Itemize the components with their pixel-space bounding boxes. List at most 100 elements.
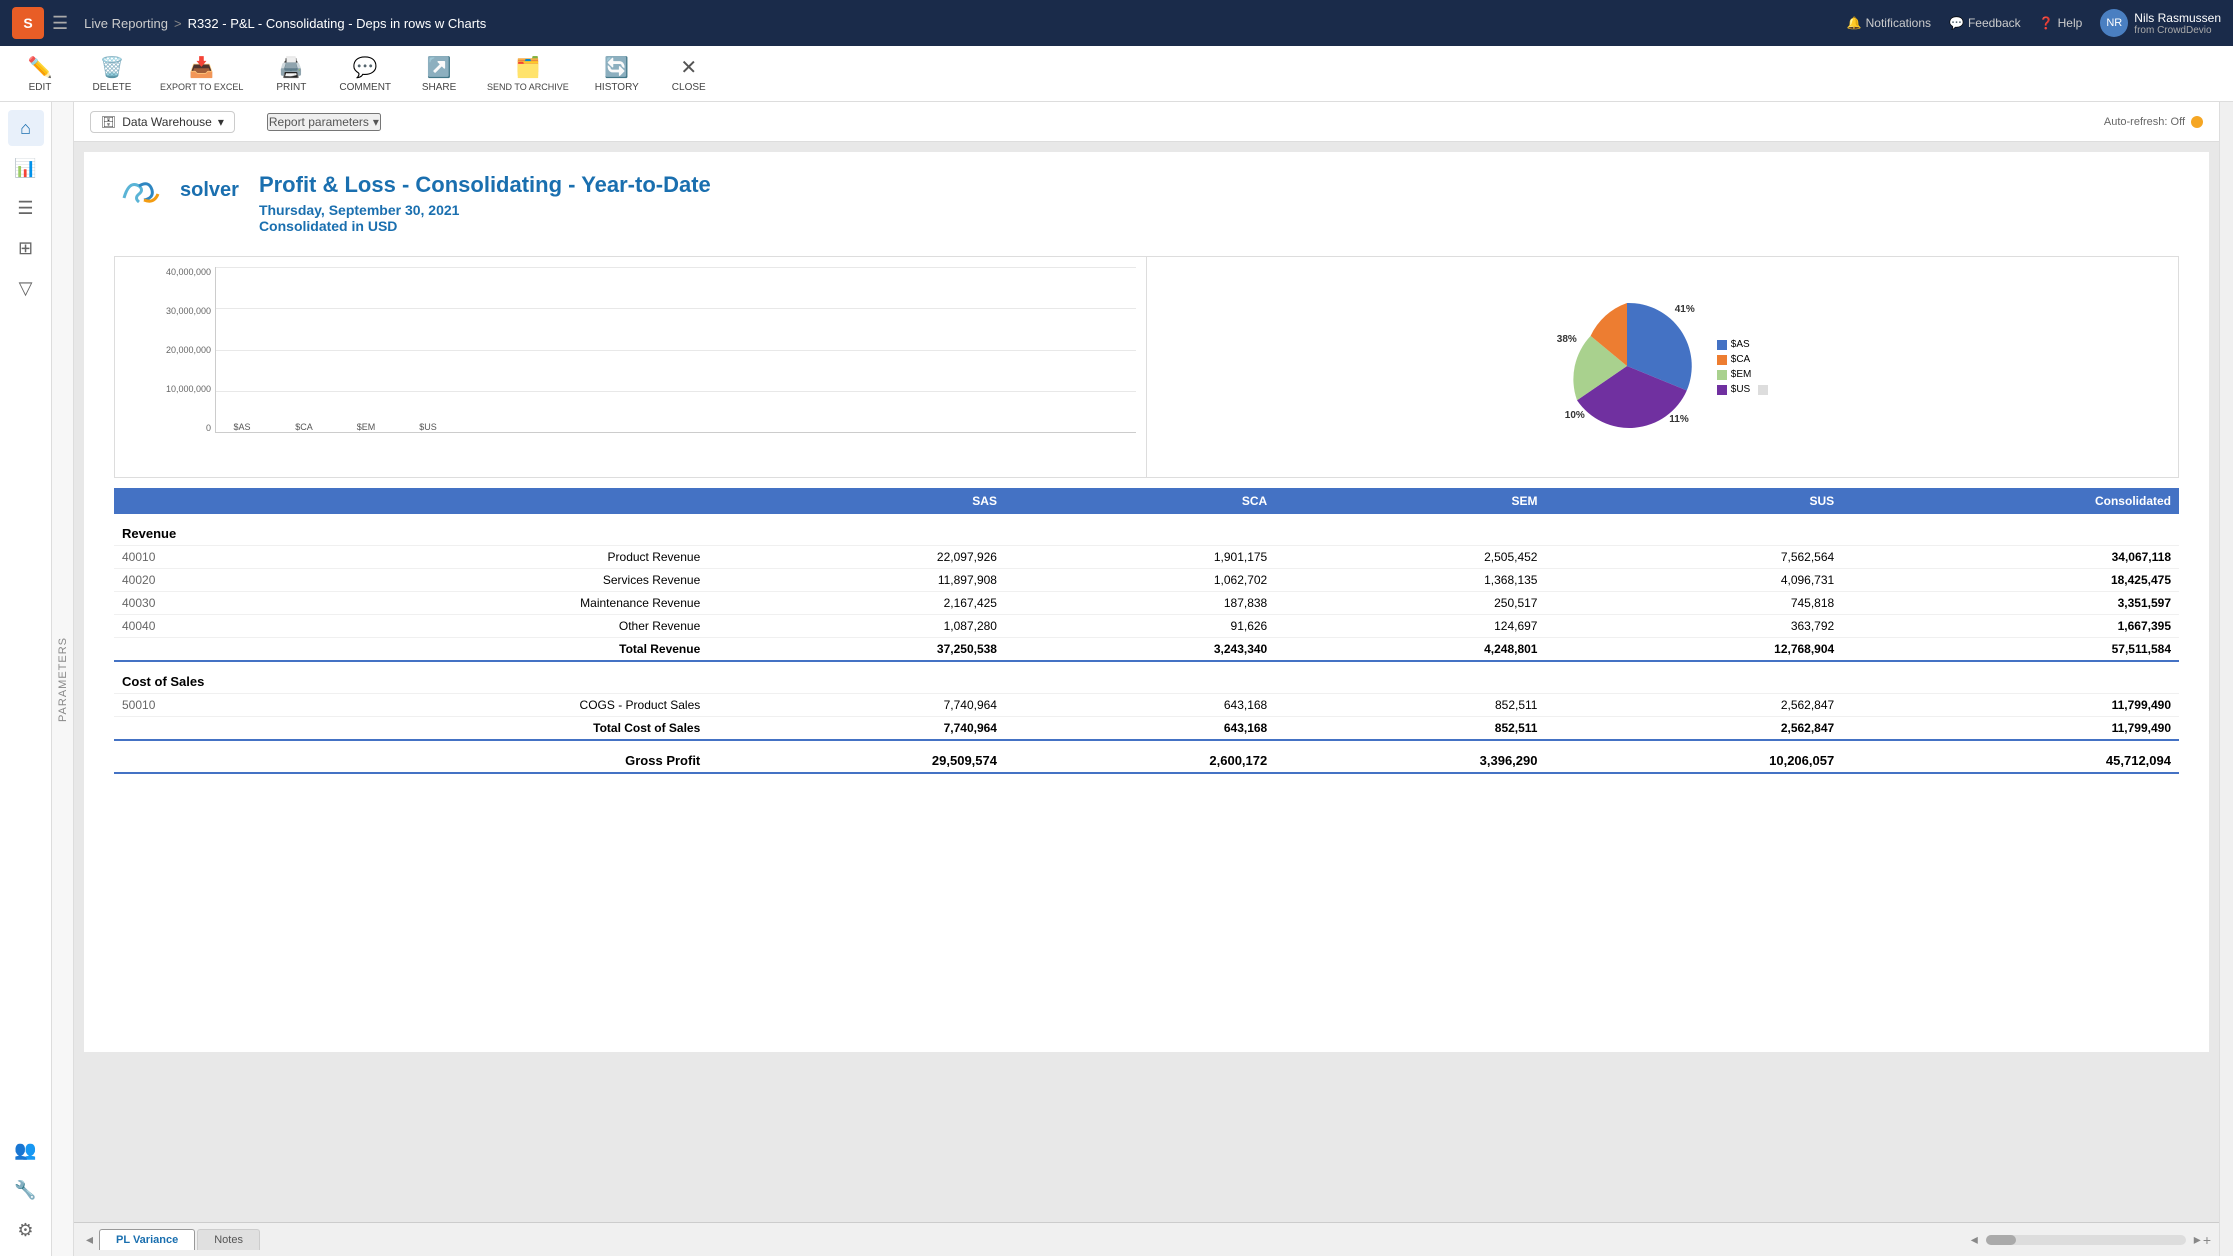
content-area: 🗄 Data Warehouse ▾ Report parameters ▾ A…	[74, 102, 2219, 1256]
tab-bar-scrollbar-area: ◂ ▸	[1971, 1231, 2201, 1248]
data-warehouse-button[interactable]: 🗄 Data Warehouse ▾	[90, 111, 235, 133]
pie-legend: $AS $CA $EM	[1717, 339, 1768, 395]
total-row-revenue: Total Revenue 37,250,538 3,243,340 4,248…	[114, 638, 2179, 662]
sidebar-item-settings[interactable]: ⚙	[8, 1212, 44, 1248]
table-row: 40010 Product Revenue 22,097,926 1,901,1…	[114, 546, 2179, 569]
table-body: Revenue 40010 Product Revenue 22,097,926…	[114, 514, 2179, 773]
tab-notes[interactable]: Notes	[197, 1229, 260, 1250]
gp-label: Gross Profit	[164, 740, 708, 773]
cons-40010: 34,067,118	[1842, 546, 2179, 569]
total-cos-label: Total Cost of Sales	[164, 717, 708, 741]
legend-sus: $US	[1717, 384, 1768, 395]
hamburger-menu[interactable]: ☰	[52, 13, 68, 34]
sidebar-item-users[interactable]: 👥	[8, 1132, 44, 1168]
total-cos-sus: 2,562,847	[1545, 717, 1842, 741]
sca-40030: 187,838	[1005, 592, 1275, 615]
label-product-revenue: Product Revenue	[164, 546, 708, 569]
tab-pl-variance[interactable]: PL Variance	[99, 1229, 195, 1250]
comment-button[interactable]: 💬 COMMENT	[339, 55, 391, 93]
sidebar-item-home[interactable]: ⌂	[8, 110, 44, 146]
table-header-row: SAS SCA SEM SUS Consolidated	[114, 488, 2179, 514]
sus-40010: 7,562,564	[1545, 546, 1842, 569]
sca-40040: 91,626	[1005, 615, 1275, 638]
total-cos-sas: 7,740,964	[708, 717, 1005, 741]
account-40040: 40040	[114, 615, 164, 638]
gridline-top	[216, 267, 1136, 268]
sidebar-item-filter[interactable]: ▽	[8, 270, 44, 306]
account-40020: 40020	[114, 569, 164, 592]
gross-profit-row: Gross Profit 29,509,574 2,600,172 3,396,…	[114, 740, 2179, 773]
help-button[interactable]: ❓ Help	[2039, 16, 2083, 30]
delete-button[interactable]: 🗑️ DELETE	[88, 55, 136, 93]
table-row: 40030 Maintenance Revenue 2,167,425 187,…	[114, 592, 2179, 615]
report-date: Thursday, September 30, 2021	[259, 202, 711, 218]
left-sidebar: ⌂ 📊 ☰ ⊞ ▽ 👥 🔧 ⚙	[0, 102, 52, 1256]
close-icon: ✕	[680, 55, 697, 80]
share-button[interactable]: ↗️ SHARE	[415, 55, 463, 93]
sidebar-item-list[interactable]: ☰	[8, 190, 44, 226]
sas-40020: 11,897,908	[708, 569, 1005, 592]
gp-empty	[114, 740, 164, 773]
sem-40030: 250,517	[1275, 592, 1545, 615]
report-parameters-button[interactable]: Report parameters ▾	[267, 113, 381, 131]
breadcrumb-report-title: R332 - P&L - Consolidating - Deps in row…	[188, 16, 487, 31]
edit-button[interactable]: ✏️ EDIT	[16, 55, 64, 93]
tab-add[interactable]: +	[2203, 1232, 2211, 1248]
legend-dot-sas	[1717, 340, 1727, 350]
excel-icon: 📥	[189, 55, 214, 80]
sem-40020: 1,368,135	[1275, 569, 1545, 592]
sas-40010: 22,097,926	[708, 546, 1005, 569]
financial-table: SAS SCA SEM SUS Consolidated Revenue	[114, 488, 2179, 774]
export-excel-button[interactable]: 📥 EXPORT TO EXCEL	[160, 55, 243, 92]
tab-bar: ◂ PL Variance Notes ◂ ▸ +	[74, 1222, 2219, 1256]
params-sidebar: Parameters	[52, 102, 74, 1256]
label-cogs: COGS - Product Sales	[164, 694, 708, 717]
sca-50010: 643,168	[1005, 694, 1275, 717]
toolbar: ✏️ EDIT 🗑️ DELETE 📥 EXPORT TO EXCEL 🖨️ P…	[0, 46, 2233, 102]
user-sub: from CrowdDevio	[2134, 25, 2221, 36]
user-avatar: NR	[2100, 9, 2128, 37]
table-row: 40040 Other Revenue 1,087,280 91,626 124…	[114, 615, 2179, 638]
legend-sas: $AS	[1717, 339, 1768, 350]
cons-40040: 1,667,395	[1842, 615, 2179, 638]
col-header-sem: SEM	[1275, 488, 1545, 514]
database-icon: 🗄	[101, 115, 116, 129]
print-button[interactable]: 🖨️ PRINT	[267, 55, 315, 93]
notifications-button[interactable]: 🔔 Notifications	[1847, 16, 1931, 30]
gp-sas: 29,509,574	[708, 740, 1005, 773]
tab-scrollbar-track[interactable]	[1986, 1235, 2186, 1245]
bar-sus: $US	[412, 419, 444, 432]
pct-label-38: 38%	[1557, 334, 1577, 345]
report-header-bar: 🗄 Data Warehouse ▾ Report parameters ▾ A…	[74, 102, 2219, 142]
top-bar-actions: 🔔 Notifications 💬 Feedback ❓ Help NR Nil…	[1847, 9, 2221, 37]
close-button[interactable]: ✕ CLOSE	[665, 55, 713, 93]
app-logo: S	[12, 7, 44, 39]
breadcrumb-live-reporting[interactable]: Live Reporting	[84, 16, 168, 31]
feedback-button[interactable]: 💬 Feedback	[1949, 16, 2021, 30]
gp-sus: 10,206,057	[1545, 740, 1842, 773]
legend-sca: $CA	[1717, 354, 1768, 365]
sidebar-item-reports[interactable]: 📊	[8, 150, 44, 186]
user-info: NR Nils Rasmussen from CrowdDevio	[2100, 9, 2221, 37]
legend-dot-extra	[1758, 385, 1768, 395]
section-label-revenue: Revenue	[114, 514, 2179, 546]
pct-label-11: 11%	[1669, 414, 1688, 425]
gridline-3	[216, 391, 1136, 392]
total-revenue-label: Total Revenue	[164, 638, 708, 662]
send-archive-button[interactable]: 🗂️ SEND TO ARCHIVE	[487, 55, 569, 92]
right-scrollbar[interactable]	[2219, 102, 2233, 1256]
bar-chart-box: 40,000,000 30,000,000 20,000,000 10,000,…	[115, 257, 1147, 477]
history-button[interactable]: 🔄 HISTORY	[593, 55, 641, 93]
section-label-cos: Cost of Sales	[114, 661, 2179, 694]
autorefresh-indicator	[2191, 116, 2203, 128]
bar-sca: $CA	[288, 419, 320, 432]
sas-40040: 1,087,280	[708, 615, 1005, 638]
tab-scrollbar-right[interactable]: ▸	[2194, 1231, 2201, 1248]
sidebar-item-integrations[interactable]: 🔧	[8, 1172, 44, 1208]
sidebar-item-grid[interactable]: ⊞	[8, 230, 44, 266]
tab-scroll-left[interactable]: ◂	[82, 1231, 97, 1248]
tab-scrollbar-left[interactable]: ◂	[1971, 1231, 1978, 1248]
col-header-empty2	[164, 488, 708, 514]
sus-50010: 2,562,847	[1545, 694, 1842, 717]
report-main-title: Profit & Loss - Consolidating - Year-to-…	[259, 172, 711, 198]
